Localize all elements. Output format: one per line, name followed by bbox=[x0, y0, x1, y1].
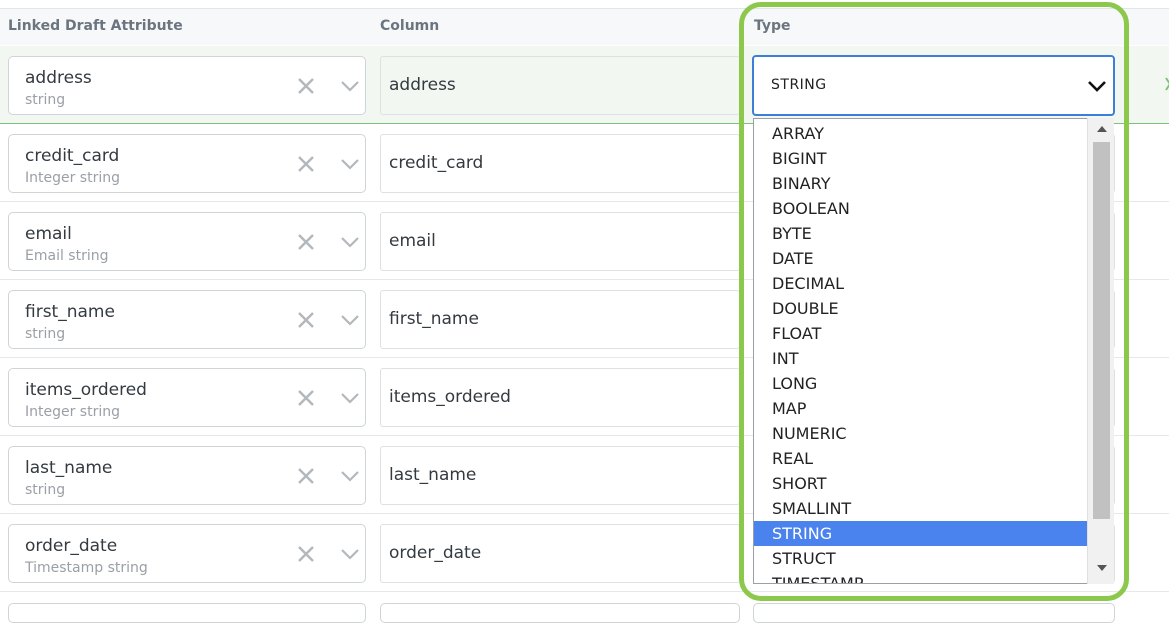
column-value: first_name bbox=[389, 309, 479, 329]
attribute-subtype: string bbox=[25, 482, 66, 498]
type-option[interactable]: STRUCT bbox=[754, 546, 1088, 571]
arrow-down-icon[interactable] bbox=[1096, 563, 1108, 573]
table-header: Linked Draft Attribute Column Type bbox=[0, 8, 1169, 45]
column-value: last_name bbox=[389, 465, 477, 485]
column-value: email bbox=[389, 231, 436, 251]
close-icon[interactable] bbox=[296, 310, 316, 330]
column-field[interactable]: items_ordered bbox=[380, 368, 740, 427]
attribute-name: last_name bbox=[25, 458, 113, 478]
attribute-subtype: Integer string bbox=[25, 170, 120, 186]
attribute-select[interactable]: order_date Timestamp string bbox=[8, 524, 366, 583]
chevron-down-icon[interactable] bbox=[340, 78, 360, 94]
chevron-down-icon[interactable] bbox=[340, 312, 360, 328]
next-row-column-field[interactable] bbox=[380, 603, 740, 623]
column-field[interactable]: address bbox=[380, 56, 740, 115]
type-option[interactable]: BOOLEAN bbox=[754, 196, 1088, 221]
attribute-select[interactable]: address string bbox=[8, 56, 366, 115]
type-select-value: STRING bbox=[771, 77, 827, 93]
type-option[interactable]: FLOAT bbox=[754, 321, 1088, 346]
attribute-select[interactable]: first_name string bbox=[8, 290, 366, 349]
attribute-name: items_ordered bbox=[25, 380, 147, 400]
type-option[interactable]: DATE bbox=[754, 246, 1088, 271]
header-column: Column bbox=[380, 18, 440, 34]
type-option[interactable]: NUMERIC bbox=[754, 421, 1088, 446]
chevron-down-icon[interactable] bbox=[340, 468, 360, 484]
attribute-select[interactable]: email Email string bbox=[8, 212, 366, 271]
attribute-subtype: string bbox=[25, 326, 66, 342]
type-option[interactable]: BINARY bbox=[754, 171, 1088, 196]
column-field[interactable]: last_name bbox=[380, 446, 740, 505]
close-icon[interactable] bbox=[296, 76, 316, 96]
type-option[interactable]: REAL bbox=[754, 446, 1088, 471]
attribute-name: order_date bbox=[25, 536, 118, 556]
attribute-name: credit_card bbox=[25, 146, 120, 166]
column-field[interactable]: email bbox=[380, 212, 740, 271]
column-value: items_ordered bbox=[389, 387, 511, 407]
type-option[interactable]: ARRAY bbox=[754, 121, 1088, 146]
attribute-select[interactable]: items_ordered Integer string bbox=[8, 368, 366, 427]
attribute-name: email bbox=[25, 224, 72, 244]
column-field[interactable]: order_date bbox=[380, 524, 740, 583]
type-option[interactable]: LONG bbox=[754, 371, 1088, 396]
chevron-down-icon[interactable] bbox=[1086, 78, 1108, 94]
type-option[interactable]: INT bbox=[754, 346, 1088, 371]
next-row-attribute-field[interactable] bbox=[8, 603, 366, 623]
type-option[interactable]: BYTE bbox=[754, 221, 1088, 246]
arrow-up-icon[interactable] bbox=[1096, 124, 1108, 134]
type-option[interactable]: STRING bbox=[754, 521, 1088, 546]
attribute-name: address bbox=[25, 68, 92, 88]
close-icon[interactable] bbox=[296, 388, 316, 408]
close-icon[interactable] bbox=[296, 544, 316, 564]
listbox-scrollbar[interactable] bbox=[1087, 118, 1114, 584]
attribute-select[interactable]: last_name string bbox=[8, 446, 366, 505]
close-icon[interactable] bbox=[296, 154, 316, 174]
type-option[interactable]: DOUBLE bbox=[754, 296, 1088, 321]
chevron-down-icon[interactable] bbox=[340, 546, 360, 562]
close-icon[interactable] bbox=[296, 232, 316, 252]
header-type: Type bbox=[754, 18, 791, 34]
attribute-select[interactable]: credit_card Integer string bbox=[8, 134, 366, 193]
column-value: order_date bbox=[389, 543, 482, 563]
type-select[interactable]: STRING bbox=[752, 55, 1115, 116]
edge-close-icon[interactable] bbox=[1160, 72, 1169, 96]
type-option[interactable]: SHORT bbox=[754, 471, 1088, 496]
scrollbar-thumb[interactable] bbox=[1093, 142, 1110, 519]
chevron-down-icon[interactable] bbox=[340, 234, 360, 250]
type-option[interactable]: TIMESTAMP bbox=[754, 571, 1088, 583]
type-option[interactable]: DECIMAL bbox=[754, 271, 1088, 296]
attribute-name: first_name bbox=[25, 302, 115, 322]
column-value: address bbox=[389, 75, 456, 95]
type-option[interactable]: BIGINT bbox=[754, 146, 1088, 171]
type-option[interactable]: MAP bbox=[754, 396, 1088, 421]
chevron-down-icon[interactable] bbox=[340, 156, 360, 172]
attribute-subtype: string bbox=[25, 92, 66, 108]
chevron-down-icon[interactable] bbox=[340, 390, 360, 406]
attribute-subtype: Integer string bbox=[25, 404, 120, 420]
column-value: credit_card bbox=[389, 153, 484, 173]
column-field[interactable]: credit_card bbox=[380, 134, 740, 193]
header-linked-draft-attribute: Linked Draft Attribute bbox=[8, 18, 183, 34]
type-option[interactable]: SMALLINT bbox=[754, 496, 1088, 521]
attribute-subtype: Email string bbox=[25, 248, 109, 264]
attribute-subtype: Timestamp string bbox=[25, 560, 148, 576]
column-field[interactable]: first_name bbox=[380, 290, 740, 349]
type-options-listbox[interactable]: ARRAY BIGINT BINARY BOOLEAN BYTE DATE DECIMAL D… bbox=[753, 118, 1114, 584]
next-row-type-field[interactable] bbox=[753, 603, 1115, 623]
close-icon[interactable] bbox=[296, 466, 316, 486]
